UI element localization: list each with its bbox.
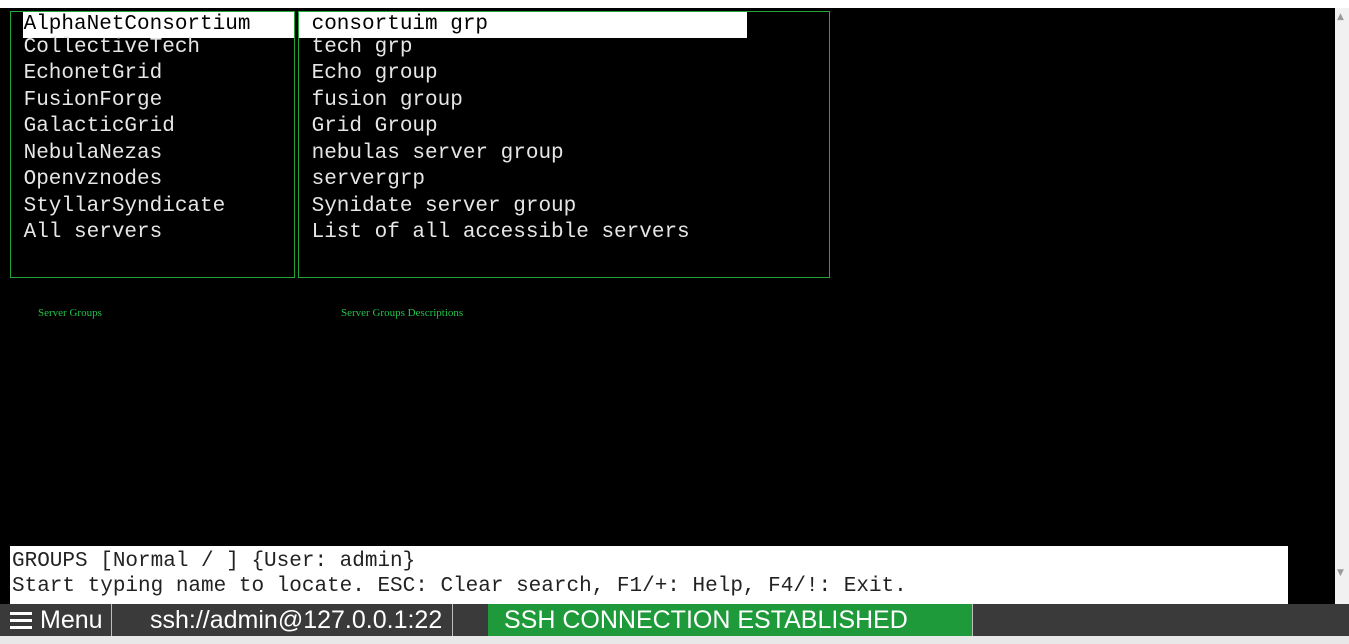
connection-status-badge: SSH CONNECTION ESTABLISHED	[488, 604, 973, 636]
description-item[interactable]: Echo group	[299, 61, 438, 87]
status-mode-line: GROUPS [Normal / ] {User: admin}	[12, 550, 416, 573]
status-bar: GROUPS [Normal / ] {User: admin} Start t…	[10, 546, 1288, 604]
group-item[interactable]: EchonetGrid	[11, 61, 163, 87]
group-item[interactable]: FusionForge	[11, 88, 163, 114]
group-item[interactable]: CollectiveTech	[11, 35, 200, 61]
description-item[interactable]: nebulas server group	[299, 141, 564, 167]
scroll-up-icon[interactable]: ▲	[1337, 12, 1344, 22]
status-help-line: Start typing name to locate. ESC: Clear …	[12, 575, 907, 598]
menu-button[interactable]: Menu	[10, 604, 112, 636]
vertical-scrollbar[interactable]: ▲ ▼	[1335, 8, 1349, 604]
group-item[interactable]: GalacticGrid	[11, 114, 175, 140]
description-item[interactable]: fusion group	[299, 88, 463, 114]
group-item[interactable]: All servers	[11, 220, 163, 246]
group-descriptions-pane[interactable]: consortuim grp tech grp Echo group fusio…	[298, 11, 830, 278]
server-groups-pane[interactable]: *AlphaNetConsortium CollectiveTech Echon…	[10, 11, 295, 278]
scroll-down-icon[interactable]: ▼	[1337, 568, 1344, 578]
group-item[interactable]: StyllarSyndicate	[11, 194, 226, 220]
horizontal-scrollbar[interactable]	[0, 636, 1349, 644]
server-groups-descriptions-caption: Server Groups Descriptions	[341, 307, 464, 319]
description-item[interactable]: servergrp	[299, 167, 425, 193]
ssh-url: ssh://admin@127.0.0.1:22	[150, 604, 454, 636]
description-item[interactable]: Synidate server group	[299, 194, 577, 220]
description-item[interactable]: List of all accessible servers	[299, 220, 690, 246]
group-item[interactable]: Openvznodes	[11, 167, 163, 193]
server-groups-caption: Server Groups	[38, 307, 102, 319]
description-item[interactable]: Grid Group	[299, 114, 438, 140]
hamburger-icon	[10, 611, 32, 629]
terminal-screen[interactable]: *AlphaNetConsortium CollectiveTech Echon…	[0, 8, 1335, 604]
group-item[interactable]: NebulaNezas	[11, 141, 163, 167]
menu-label: Menu	[40, 606, 103, 634]
description-item[interactable]: tech grp	[299, 35, 413, 61]
bottom-toolbar: Menu ssh://admin@127.0.0.1:22 SSH CONNEC…	[0, 604, 1349, 636]
